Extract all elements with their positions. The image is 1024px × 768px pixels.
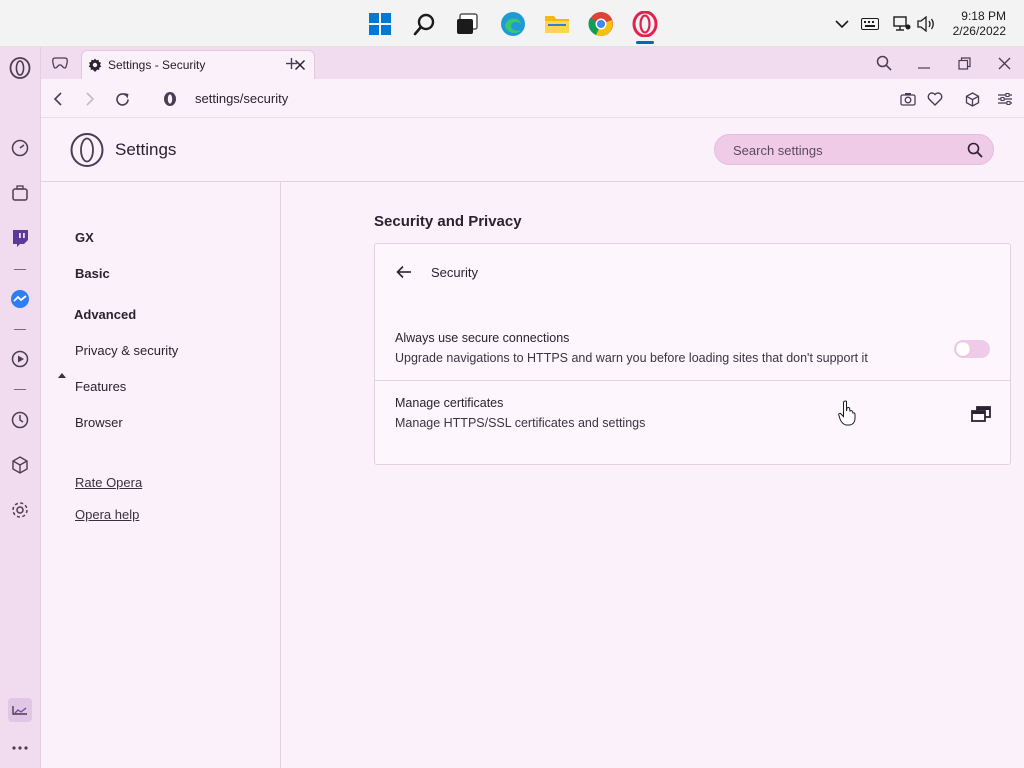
workspaces-icon[interactable]	[9, 182, 31, 204]
twitch-icon[interactable]	[9, 227, 31, 249]
nav-advanced[interactable]: Advanced	[74, 307, 136, 322]
file-explorer-icon[interactable]	[542, 9, 572, 39]
rate-opera-link[interactable]: Rate Opera	[75, 475, 142, 490]
chrome-icon[interactable]	[586, 9, 616, 39]
nav-basic[interactable]: Basic	[75, 266, 110, 281]
messenger-icon[interactable]	[9, 288, 31, 310]
secure-connections-title: Always use secure connections	[395, 331, 570, 345]
sidebar-separator	[14, 269, 26, 270]
search-settings[interactable]	[714, 134, 994, 165]
card-title: Security	[431, 265, 478, 280]
opera-help-link[interactable]: Opera help	[75, 507, 139, 522]
search-icon[interactable]	[967, 142, 983, 158]
back-button[interactable]	[47, 88, 69, 110]
windows-taskbar: 9:18 PM 2/26/2022	[0, 0, 1024, 47]
forward-button[interactable]	[79, 88, 101, 110]
clock-date: 2/26/2022	[952, 24, 1006, 38]
extensions-icon[interactable]	[9, 454, 31, 476]
volume-icon[interactable]	[916, 14, 936, 34]
tab-search-icon[interactable]	[873, 53, 895, 73]
close-window-button[interactable]	[993, 53, 1015, 73]
camera-icon[interactable]	[897, 88, 919, 110]
settings-icon[interactable]	[9, 499, 31, 521]
search-input[interactable]	[733, 141, 953, 159]
gear-icon	[88, 58, 102, 72]
network-icon[interactable]	[892, 14, 912, 34]
pinboard-icon[interactable]	[8, 698, 32, 722]
opera-badge-icon[interactable]	[159, 88, 181, 110]
sidebar-separator	[14, 389, 26, 390]
settings-nav: GX Basic Advanced Privacy & security Fea…	[41, 182, 281, 768]
restore-button[interactable]	[953, 53, 975, 73]
open-external-icon[interactable]	[969, 402, 993, 426]
edge-icon[interactable]	[498, 9, 528, 39]
history-icon[interactable]	[9, 409, 31, 431]
back-arrow-icon[interactable]	[394, 262, 414, 282]
clock-time: 9:18 PM	[961, 9, 1006, 23]
secure-connections-toggle[interactable]	[954, 340, 990, 358]
nav-privacy-security[interactable]: Privacy & security	[75, 343, 178, 358]
opera-sidebar	[0, 47, 41, 768]
nav-features[interactable]: Features	[75, 379, 126, 394]
task-view-icon[interactable]	[452, 9, 482, 39]
more-icon[interactable]	[9, 737, 31, 759]
player-icon[interactable]	[9, 348, 31, 370]
hand-cursor-icon	[838, 400, 856, 426]
secure-connections-desc: Upgrade navigations to HTTPS and warn yo…	[395, 351, 868, 365]
address-bar: settings/security	[41, 79, 1024, 118]
new-tab-button[interactable]	[280, 53, 302, 73]
opera-logo-icon	[70, 133, 104, 167]
nav-browser[interactable]: Browser	[75, 415, 123, 430]
sidebar-separator	[14, 329, 26, 330]
opera-logo-icon[interactable]	[9, 57, 31, 79]
system-clock[interactable]: 9:18 PM 2/26/2022	[953, 9, 1006, 39]
gx-corner-icon[interactable]	[49, 53, 71, 73]
search-icon[interactable]	[410, 9, 440, 39]
caret-up-icon[interactable]	[58, 373, 66, 378]
row-divider	[375, 380, 1010, 381]
chevron-up-icon[interactable]	[832, 14, 852, 34]
start-icon[interactable]	[365, 9, 395, 39]
manage-certificates-title[interactable]: Manage certificates	[395, 396, 503, 410]
minimize-button[interactable]	[913, 53, 935, 73]
speed-dial-icon[interactable]	[9, 137, 31, 159]
opera-icon[interactable]	[630, 9, 660, 39]
nav-gx[interactable]: GX	[75, 230, 94, 245]
reload-button[interactable]	[111, 88, 133, 110]
tab-title: Settings - Security	[108, 58, 206, 72]
extensions-cube-icon[interactable]	[961, 88, 983, 110]
section-title: Security and Privacy	[374, 213, 522, 230]
keyboard-icon[interactable]	[860, 14, 880, 34]
tab-strip: Settings - Security	[41, 47, 1024, 79]
active-app-indicator	[636, 41, 654, 44]
url-text[interactable]: settings/security	[195, 91, 288, 106]
heart-icon[interactable]	[924, 88, 946, 110]
toggle-knob	[956, 342, 970, 356]
settings-page: Settings GX Basic Advanced Privacy & sec…	[41, 118, 1024, 768]
manage-certificates-desc: Manage HTTPS/SSL certificates and settin…	[395, 416, 646, 430]
page-title: Settings	[115, 140, 177, 159]
easy-setup-icon[interactable]	[994, 88, 1016, 110]
settings-header: Settings	[41, 118, 1024, 182]
security-card: Security Always use secure connections U…	[374, 243, 1011, 465]
